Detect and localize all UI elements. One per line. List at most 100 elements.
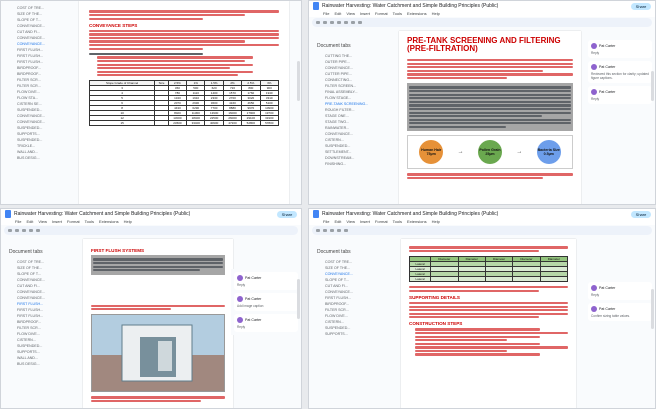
text-line xyxy=(409,312,568,315)
comment-card[interactable]: Pat Carter Reply xyxy=(588,282,652,300)
scrollbar[interactable] xyxy=(297,279,300,319)
comment-author-name: Pat Carter xyxy=(599,286,616,290)
outline-item[interactable]: SUPPORTS... xyxy=(309,331,381,337)
menu-item[interactable]: Help xyxy=(432,11,440,17)
text-line xyxy=(407,59,573,62)
body-text xyxy=(409,286,568,292)
redo-icon[interactable] xyxy=(15,229,19,232)
text-line xyxy=(409,316,540,319)
print-icon[interactable] xyxy=(330,21,334,24)
doc-title[interactable]: Rainwater Harvesting: Water Catchment an… xyxy=(322,3,498,9)
menu-item[interactable]: File xyxy=(323,11,329,17)
document-page[interactable]: FIRST FLUSH SYSTEMS xyxy=(83,239,233,408)
selected-text-block xyxy=(407,83,573,132)
print-icon[interactable] xyxy=(330,229,334,232)
scrollbar[interactable] xyxy=(651,71,654,101)
table-cell xyxy=(539,276,569,283)
menu-item[interactable]: Help xyxy=(124,219,132,225)
outline-item[interactable]: BUS DESIG... xyxy=(1,361,73,367)
share-button[interactable]: Share xyxy=(631,3,651,10)
document-page[interactable]: CONVEYANCE STEPS Slope Grade of Channel S… xyxy=(79,1,289,204)
menu-item[interactable]: Format xyxy=(67,219,80,225)
menu-item[interactable]: Edit xyxy=(334,219,341,225)
document-page[interactable]: Diameter Diameter Diameter Diameter Diameter… xyxy=(401,239,576,408)
text-line xyxy=(409,122,571,125)
style-icon[interactable] xyxy=(344,21,348,24)
text-line xyxy=(93,261,223,265)
comment-author-name: Pat Carter xyxy=(245,297,262,301)
menu-item[interactable]: Edit xyxy=(26,219,33,225)
comment-card[interactable]: Pat Carter Reply xyxy=(588,86,652,104)
menu-item[interactable]: Tools xyxy=(393,219,402,225)
text-line xyxy=(409,289,540,292)
menu-item[interactable]: Extensions xyxy=(407,11,427,17)
menu-item[interactable]: Extensions xyxy=(407,219,427,225)
font-icon[interactable] xyxy=(351,21,355,24)
comment-author: Pat Carter xyxy=(591,306,649,312)
outline-item[interactable]: BUS DESIG... xyxy=(1,155,73,161)
comment-card[interactable]: Pat Carter Reviewed this section for clar… xyxy=(588,61,652,83)
menu-item[interactable]: Edit xyxy=(334,11,341,17)
title-bar: Rainwater Harvesting: Water Catchment an… xyxy=(309,1,655,11)
table-row: Lateral xyxy=(408,276,569,283)
comment-card[interactable]: Pat Carter Add image caption xyxy=(234,293,298,311)
outline-item[interactable]: FINISHING... xyxy=(309,161,381,167)
menu-item[interactable]: View xyxy=(38,219,47,225)
doc-title[interactable]: Rainwater Harvesting: Water Catchment an… xyxy=(14,211,190,217)
menu-item[interactable]: Format xyxy=(375,11,388,17)
menu-item[interactable]: View xyxy=(346,219,355,225)
conveyance-size-table: Slope Grade of Channel Size 2.5% 1% 1.5% 2% 2.… xyxy=(88,80,280,127)
menu-item[interactable]: Insert xyxy=(52,219,62,225)
table-cell: Lateral xyxy=(408,276,432,283)
print-icon[interactable] xyxy=(22,229,26,232)
comment-card[interactable]: Pat Carter Reply xyxy=(234,272,298,290)
table-cell xyxy=(457,276,486,283)
selected-text-block xyxy=(91,255,225,275)
table-cell: 52800 xyxy=(241,120,261,127)
undo-icon[interactable] xyxy=(316,21,320,24)
caption-text xyxy=(407,173,573,180)
table-cell xyxy=(430,276,459,283)
bold-icon[interactable] xyxy=(358,21,362,24)
section-heading: SUPPORTING DETAILS xyxy=(409,294,460,300)
menu-item[interactable]: File xyxy=(323,219,329,225)
bold-icon[interactable] xyxy=(344,229,348,232)
toolbar xyxy=(4,226,298,235)
text-line xyxy=(415,346,568,349)
comment-author: Pat Carter xyxy=(591,89,649,95)
zoom-icon[interactable] xyxy=(337,229,341,232)
scrollbar[interactable] xyxy=(651,289,654,329)
menu-item[interactable]: Insert xyxy=(360,219,370,225)
redo-icon[interactable] xyxy=(323,229,327,232)
zoom-icon[interactable] xyxy=(29,229,33,232)
menu-item[interactable]: Extensions xyxy=(99,219,119,225)
cistern-photo[interactable] xyxy=(91,314,225,393)
document-outline: Document tabs CUTTING THE... OUTER PIPE..… xyxy=(309,39,381,167)
undo-icon[interactable] xyxy=(316,229,320,232)
menu-item[interactable]: Tools xyxy=(85,219,94,225)
comment-text: Reply xyxy=(237,283,246,287)
bold-icon[interactable] xyxy=(36,229,40,232)
menu-item[interactable]: Tools xyxy=(393,11,402,17)
docs-icon xyxy=(5,210,11,218)
menu-item[interactable]: Help xyxy=(432,219,440,225)
comment-card[interactable]: Pat Carter Confirm sizing table values. xyxy=(588,303,652,321)
menu-item[interactable]: View xyxy=(346,11,355,17)
menu-item[interactable]: Insert xyxy=(360,11,370,17)
menu-item[interactable]: Format xyxy=(375,219,388,225)
share-button[interactable]: Share xyxy=(277,211,297,218)
share-button[interactable]: Share xyxy=(631,211,651,218)
zoom-icon[interactable] xyxy=(337,21,341,24)
undo-icon[interactable] xyxy=(8,229,12,232)
toolbar xyxy=(312,18,652,27)
redo-icon[interactable] xyxy=(323,21,327,24)
comment-card[interactable]: Pat Carter Reply xyxy=(588,40,652,58)
document-page[interactable]: PRE-TANK SCREENING AND FILTERING (PRE-FI… xyxy=(399,31,581,204)
menu-item[interactable]: File xyxy=(15,219,21,225)
comment-card[interactable]: Pat Carter Reply xyxy=(234,314,298,332)
text-line xyxy=(89,33,279,36)
text-line xyxy=(89,36,279,40)
table-cell xyxy=(512,276,541,283)
doc-title[interactable]: Rainwater Harvesting: Water Catchment an… xyxy=(322,211,498,217)
scrollbar[interactable] xyxy=(297,61,300,101)
